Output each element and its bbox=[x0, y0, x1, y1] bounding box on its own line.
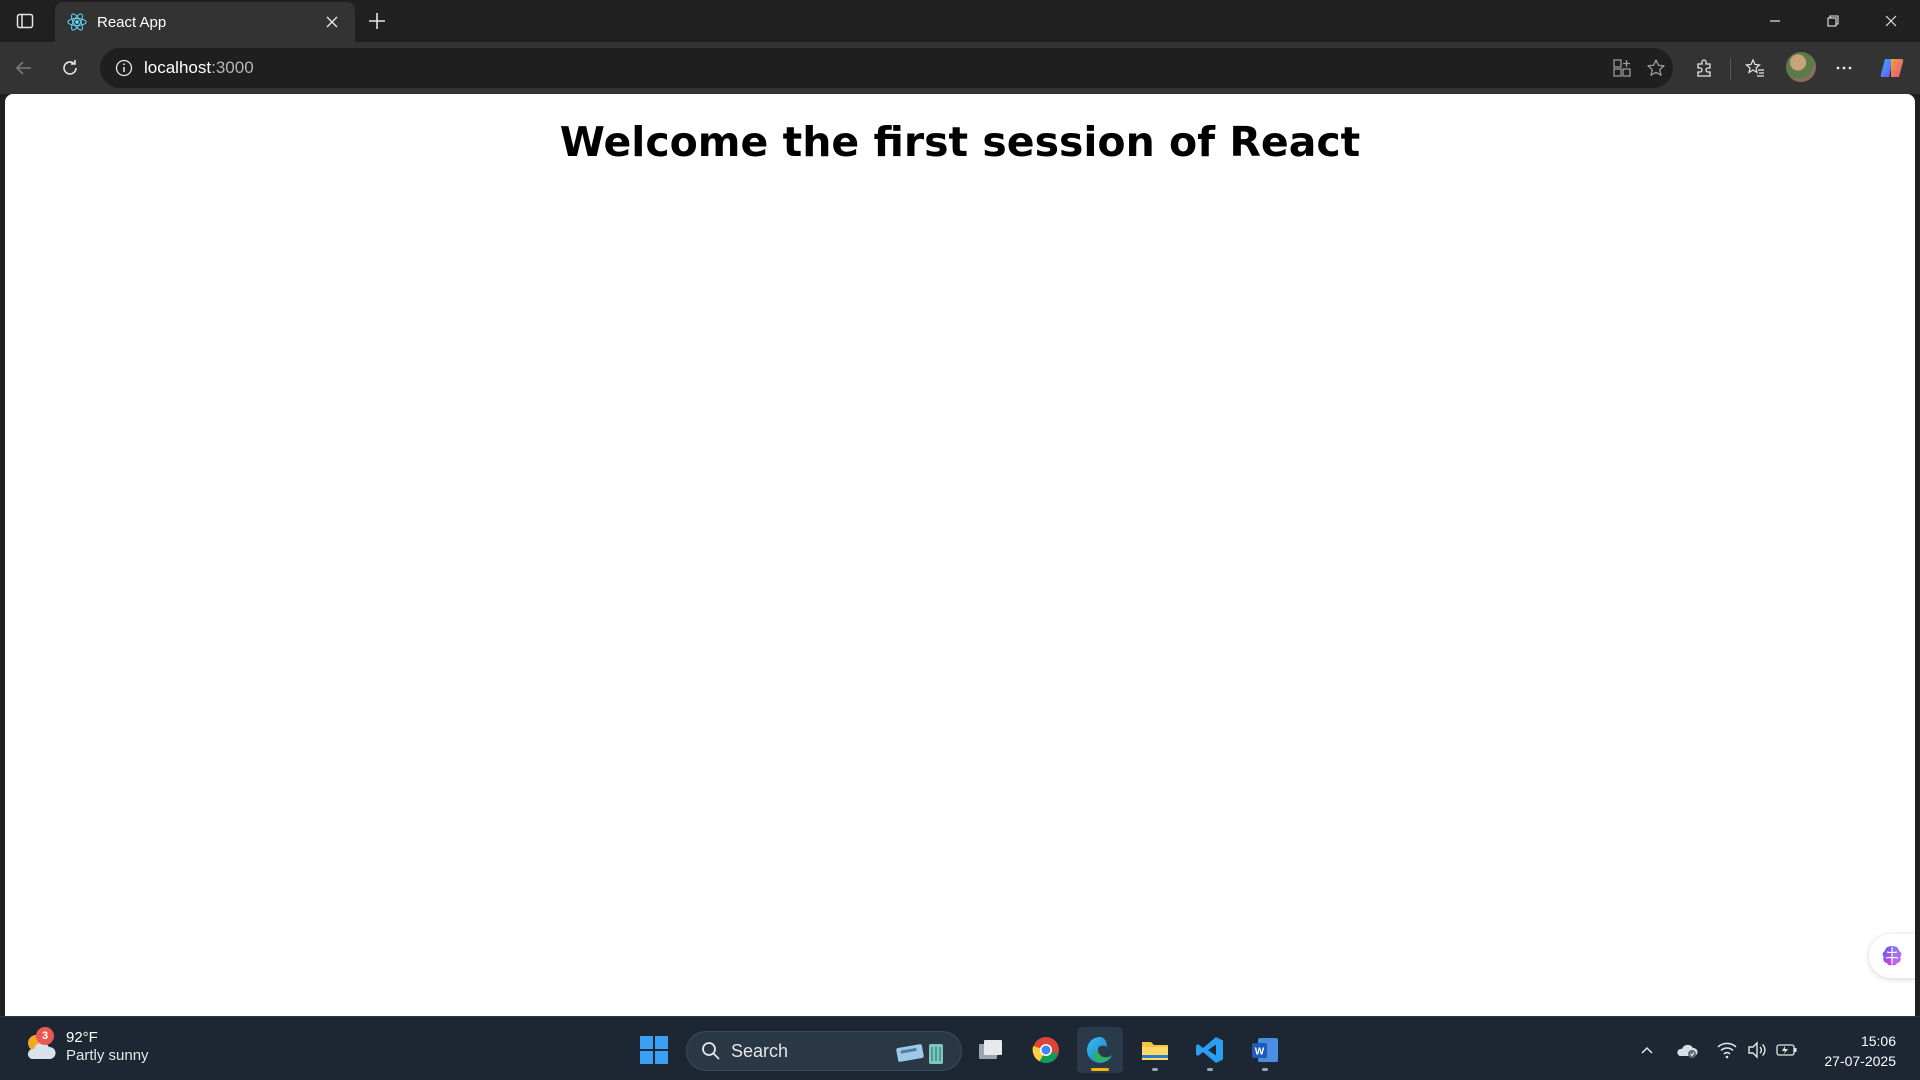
minimize-icon bbox=[1770, 20, 1780, 22]
back-arrow-icon bbox=[15, 61, 31, 75]
taskbar: 3 92°F Partly sunny Search W 15:06 27-07… bbox=[0, 1016, 1920, 1080]
page-heading: Welcome the first session of React bbox=[559, 118, 1361, 166]
clock-date: 27-07-2025 bbox=[1824, 1053, 1896, 1069]
word-app[interactable]: W bbox=[1242, 1027, 1288, 1073]
extensions-button[interactable] bbox=[1688, 52, 1720, 84]
site-info-icon[interactable] bbox=[112, 56, 136, 80]
weather-badge: 3 bbox=[36, 1027, 54, 1045]
refresh-icon bbox=[63, 60, 77, 75]
taskbar-clock[interactable]: 15:06 27-07-2025 bbox=[1824, 1031, 1896, 1071]
back-button[interactable] bbox=[8, 52, 40, 84]
refresh-button[interactable] bbox=[54, 52, 86, 84]
copilot-button[interactable] bbox=[1876, 52, 1908, 84]
chrome-icon bbox=[1032, 1037, 1059, 1064]
address-host: localhost bbox=[144, 58, 212, 77]
volume-icon[interactable] bbox=[1744, 1037, 1770, 1063]
vscode-icon bbox=[1196, 1037, 1223, 1063]
task-view-icon bbox=[979, 1040, 1002, 1059]
running-indicator bbox=[1207, 1068, 1213, 1071]
close-tab-icon[interactable] bbox=[321, 11, 343, 33]
vscode-app[interactable] bbox=[1187, 1027, 1233, 1073]
windows-logo-icon bbox=[640, 1036, 668, 1064]
restore-button[interactable] bbox=[1804, 0, 1862, 42]
edge-app[interactable] bbox=[1077, 1027, 1123, 1073]
more-dots-icon bbox=[1836, 66, 1852, 70]
browser-toolbar: localhost:3000 bbox=[0, 42, 1920, 94]
running-indicator bbox=[1262, 1068, 1268, 1071]
settings-more-button[interactable] bbox=[1828, 52, 1860, 84]
copilot-icon bbox=[1880, 59, 1904, 77]
favorites-button[interactable] bbox=[1739, 52, 1771, 84]
address-port: :3000 bbox=[211, 58, 254, 77]
search-highlight-icon bbox=[896, 1044, 943, 1064]
floating-assistant-button[interactable] bbox=[1869, 934, 1915, 978]
tab-strip: React App bbox=[0, 0, 1920, 42]
plus-icon bbox=[369, 13, 385, 29]
weather-temperature: 92°F bbox=[66, 1029, 98, 1046]
word-icon: W bbox=[1252, 1038, 1278, 1062]
browser-tab[interactable]: React App bbox=[55, 2, 355, 42]
clock-time: 15:06 bbox=[1860, 1033, 1896, 1049]
profile-avatar[interactable] bbox=[1786, 52, 1816, 82]
minimize-button[interactable] bbox=[1746, 0, 1804, 42]
taskbar-search[interactable]: Search bbox=[686, 1031, 962, 1071]
svg-text:W: W bbox=[1255, 1047, 1265, 1058]
puzzle-icon bbox=[1697, 59, 1711, 77]
close-icon bbox=[1885, 15, 1897, 27]
search-label: Search bbox=[731, 1040, 789, 1061]
running-indicator bbox=[1152, 1068, 1158, 1071]
folder-icon bbox=[1142, 1042, 1168, 1060]
tab-actions-icon[interactable] bbox=[10, 8, 40, 34]
onedrive-cloud-icon[interactable] bbox=[1674, 1037, 1700, 1063]
toolbar-divider bbox=[1730, 58, 1731, 80]
page-viewport: Welcome the first session of React bbox=[5, 94, 1915, 1016]
start-button[interactable] bbox=[631, 1027, 677, 1073]
favorite-star-icon[interactable] bbox=[1640, 52, 1672, 84]
weather-widget[interactable]: 3 92°F Partly sunny bbox=[22, 1027, 149, 1065]
tab-title: React App bbox=[97, 13, 167, 31]
partly-sunny-icon: 3 bbox=[22, 1027, 58, 1065]
task-view-button[interactable] bbox=[968, 1027, 1014, 1073]
file-explorer-app[interactable] bbox=[1132, 1027, 1178, 1073]
edge-icon bbox=[1087, 1037, 1112, 1063]
restore-icon bbox=[1827, 15, 1839, 27]
favorites-list-icon bbox=[1745, 58, 1764, 77]
address-bar[interactable]: localhost:3000 bbox=[100, 48, 1673, 88]
wifi-icon[interactable] bbox=[1714, 1037, 1740, 1063]
search-icon bbox=[702, 1042, 720, 1060]
battery-icon[interactable] bbox=[1774, 1037, 1800, 1063]
active-indicator bbox=[1091, 1068, 1109, 1071]
app-available-icon[interactable] bbox=[1606, 52, 1638, 84]
react-logo-icon bbox=[67, 12, 87, 32]
show-hidden-icons-chevron-icon[interactable] bbox=[1634, 1037, 1660, 1063]
weather-description: Partly sunny bbox=[66, 1047, 149, 1064]
brain-icon bbox=[1882, 946, 1902, 966]
new-tab-button[interactable] bbox=[362, 6, 392, 36]
close-window-button[interactable] bbox=[1862, 0, 1920, 42]
chrome-app[interactable] bbox=[1023, 1027, 1069, 1073]
